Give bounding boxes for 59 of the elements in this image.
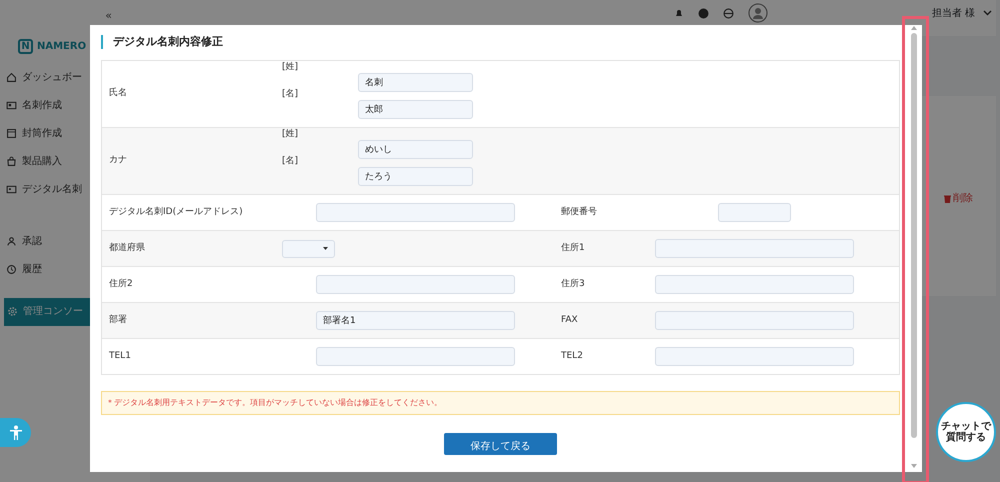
field-label: TEL1 — [108, 350, 132, 363]
sidebar-item[interactable]: 封筒作成 — [0, 120, 142, 148]
field-sublabel: [姓] — [282, 128, 300, 141]
accessibility-icon — [8, 424, 22, 440]
field-label: 住所2 — [108, 278, 134, 291]
field-sublabel: [名] — [282, 155, 300, 168]
history-icon — [6, 264, 17, 275]
settings-icon — [7, 306, 18, 317]
input-field[interactable] — [655, 275, 854, 294]
home-icon — [6, 72, 17, 83]
field-label: 氏名 — [108, 87, 128, 100]
modal-title: デジタル名刺内容修正 — [101, 35, 901, 49]
logo-icon: N — [18, 38, 33, 54]
chat-button[interactable]: チャットで 質問する — [936, 402, 996, 462]
sidebar-item[interactable]: デジタル名刺 — [0, 176, 142, 204]
card-icon — [6, 100, 17, 111]
input-field[interactable]: めいし — [358, 140, 473, 159]
notice-message: ＊デジタル名刺用テキストデータです。項目がマッチしていない場合は修正をしてください。 — [101, 391, 900, 415]
input-field[interactable] — [316, 275, 515, 294]
input-field[interactable] — [316, 347, 515, 366]
user-name[interactable]: 担当者 様 — [932, 6, 975, 20]
input-field[interactable]: 部署名1 — [316, 311, 515, 330]
scroll-up-icon[interactable] — [910, 25, 916, 30]
input-field[interactable]: 太郎 — [358, 100, 473, 119]
input-field[interactable] — [655, 311, 854, 330]
field-label: 住所1 — [560, 242, 586, 255]
delete-link[interactable]: 削除 — [944, 191, 973, 206]
field-label: FAX — [560, 314, 579, 327]
input-field[interactable] — [655, 347, 854, 366]
person-icon — [6, 236, 17, 247]
bag-icon — [6, 156, 17, 167]
field-label: 都道府県 — [108, 242, 146, 255]
input-field[interactable] — [655, 239, 854, 258]
accessibility-button[interactable] — [0, 418, 31, 447]
trash-icon — [944, 194, 951, 202]
field-label: デジタル名刺ID(メールアドレス) — [108, 206, 244, 219]
input-field[interactable] — [718, 203, 791, 222]
avatar-icon — [748, 3, 768, 23]
id-card-icon — [6, 184, 17, 195]
logo-text: NAMERO — [37, 40, 86, 54]
field-label: カナ — [108, 154, 128, 168]
input-field[interactable]: 名刺 — [358, 73, 473, 92]
input-field[interactable]: たろう — [358, 167, 473, 186]
globe-icon — [722, 8, 734, 18]
bell-icon — [674, 8, 684, 18]
field-label: 郵便番号 — [560, 206, 598, 219]
input-field[interactable] — [316, 203, 515, 222]
envelope-icon — [6, 128, 17, 139]
field-label: 住所3 — [560, 278, 586, 291]
field-sublabel: [姓] — [282, 61, 300, 74]
scroll-down-icon[interactable] — [910, 464, 916, 469]
field-label: TEL2 — [560, 350, 584, 363]
field-label: 部署 — [108, 314, 128, 327]
collapse-button[interactable]: « — [105, 9, 112, 22]
save-button[interactable]: 保存して戻る — [444, 433, 557, 455]
field-sublabel: [名] — [282, 88, 300, 101]
caret-icon — [323, 247, 328, 250]
chevron-down-icon[interactable] — [983, 10, 992, 16]
select-field[interactable] — [282, 240, 335, 258]
